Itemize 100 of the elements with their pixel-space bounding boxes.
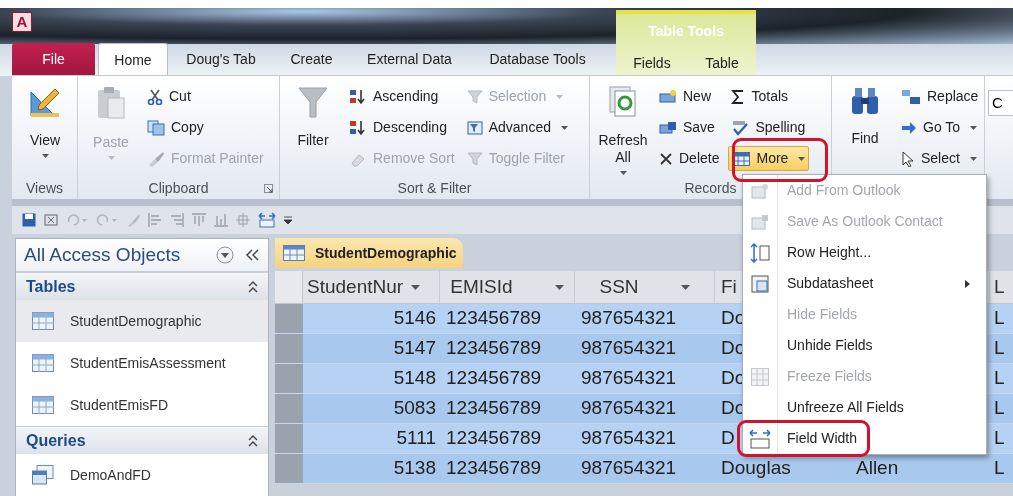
- copy-icon: [147, 119, 165, 136]
- ribbon-button[interactable]: Ascending: [346, 84, 458, 109]
- menu-item[interactable]: Field Width: [743, 423, 986, 454]
- size-icon[interactable]: [236, 213, 250, 227]
- dropdown-icon[interactable]: [216, 246, 234, 264]
- table-cell-text: 5148: [393, 366, 436, 391]
- input-field[interactable]: C: [988, 90, 1013, 116]
- table-cell-text: D: [721, 426, 735, 451]
- redo-icon[interactable]: [96, 213, 118, 227]
- customize-icon[interactable]: [284, 216, 292, 224]
- ribbon-button[interactable]: Go To: [898, 115, 982, 140]
- ribbon-button[interactable]: Find: [838, 82, 892, 177]
- collapse-icon[interactable]: [246, 249, 260, 261]
- row-selector[interactable]: [275, 394, 303, 423]
- ribbon-tab[interactable]: Database Tools: [470, 43, 605, 76]
- save-record-icon: [659, 119, 677, 136]
- dialog-launcher-icon[interactable]: [264, 184, 273, 193]
- ribbon-button[interactable]: Cut: [144, 84, 267, 109]
- brush-icon[interactable]: [126, 213, 140, 227]
- row-selector[interactable]: [275, 304, 303, 333]
- caret-icon: [798, 156, 806, 161]
- table-cell-text: L: [994, 336, 1005, 361]
- align-right-icon[interactable]: [170, 213, 184, 227]
- document-tab[interactable]: StudentDemographic: [275, 238, 463, 268]
- ribbon-button[interactable]: Totals: [728, 84, 810, 109]
- ribbon-tab[interactable]: Home: [98, 43, 168, 76]
- menu-item[interactable]: Row Height...: [743, 237, 986, 268]
- ribbon-button[interactable]: Delete: [656, 146, 723, 171]
- row-selector[interactable]: [275, 424, 303, 453]
- ribbon-tab[interactable]: Fields: [627, 52, 677, 74]
- ribbon-button[interactable]: Descending: [346, 115, 458, 140]
- filter-icon: [466, 150, 483, 167]
- undo-icon[interactable]: [66, 213, 88, 227]
- field-width-icon[interactable]: [258, 212, 276, 228]
- ribbon-button[interactable]: More: [728, 146, 810, 171]
- submenu-arrow-icon: [965, 279, 970, 288]
- ribbon-tab[interactable]: Create: [274, 43, 349, 76]
- ribbon-tab[interactable]: Doug's Tab: [171, 43, 271, 76]
- caret-icon: [107, 156, 115, 160]
- nav-item[interactable]: StudentDemographic: [16, 300, 268, 342]
- table-cell-text: 987654321: [581, 366, 677, 391]
- caret-icon: [969, 156, 977, 161]
- table-cell-text: L: [994, 426, 1005, 451]
- replace-icon: [901, 88, 921, 105]
- table-cell-text: 987654321: [581, 336, 677, 361]
- contact-card-icon: [751, 213, 769, 230]
- table-cell-text: 5111: [396, 426, 436, 451]
- group-label: Sort & Filter: [397, 178, 472, 198]
- column-header[interactable]: SSN: [599, 272, 690, 302]
- ribbon-button[interactable]: Select: [898, 146, 982, 171]
- row-selector[interactable]: [275, 364, 303, 393]
- menu-item[interactable]: Unhide Fields: [743, 330, 986, 361]
- ribbon-button[interactable]: Refresh All: [596, 82, 650, 177]
- table-cell-text: 987654321: [581, 306, 677, 331]
- sort-ascending-icon: [349, 88, 367, 105]
- clipboard-icon: [96, 86, 126, 120]
- menu-item[interactable]: Unfreeze All Fields: [743, 392, 986, 423]
- ribbon-button[interactable]: Copy: [144, 115, 267, 140]
- ribbon-tab[interactable]: Table: [699, 52, 745, 74]
- align-left-icon[interactable]: [148, 213, 162, 227]
- delete-icon: [659, 151, 673, 166]
- file-tab[interactable]: File: [12, 43, 95, 76]
- arrow-icon: [901, 120, 917, 135]
- ribbon-button[interactable]: Save: [656, 115, 723, 140]
- select-all-corner[interactable]: [275, 271, 303, 303]
- table-cell-text: 123456789: [446, 336, 542, 361]
- ribbon-button[interactable]: View: [18, 82, 72, 177]
- ribbon-tab[interactable]: External Data: [352, 43, 467, 76]
- column-header[interactable]: StudentNur: [307, 272, 421, 302]
- align-top-icon[interactable]: [192, 213, 206, 227]
- column-header[interactable]: Fi: [721, 272, 737, 302]
- menu-item[interactable]: Subdatasheet: [743, 268, 986, 299]
- table-cell-text: 123456789: [446, 306, 542, 331]
- row-selector[interactable]: [275, 334, 303, 363]
- caret-icon: [41, 154, 49, 158]
- section-header[interactable]: Tables: [16, 272, 268, 300]
- new-record-icon: [659, 88, 677, 105]
- row-selector[interactable]: [275, 454, 303, 483]
- table-cell-text: 987654321: [581, 456, 677, 481]
- close-icon[interactable]: [44, 213, 58, 227]
- section-header[interactable]: Queries: [16, 426, 268, 454]
- caret-icon: [680, 284, 690, 290]
- filter-icon: [466, 88, 483, 105]
- table-cell-text: 987654321: [581, 426, 677, 451]
- column-header[interactable]: EMISId: [450, 272, 564, 302]
- ribbon-button[interactable]: New: [656, 84, 723, 109]
- ribbon-button[interactable]: Filter: [286, 82, 340, 177]
- ribbon-button[interactable]: Replace: [898, 84, 982, 109]
- ribbon-button[interactable]: Spelling: [728, 115, 810, 140]
- save-icon[interactable]: [22, 213, 36, 227]
- table-cell-text: 123456789: [446, 456, 542, 481]
- table-cell-text: 5138: [393, 456, 436, 481]
- column-header[interactable]: L: [994, 272, 1005, 302]
- table-icon: [283, 245, 305, 261]
- contextual-tab-title: Table Tools: [647, 21, 725, 41]
- table-cell-text: 123456789: [446, 426, 542, 451]
- ribbon-button[interactable]: Advanced: [463, 115, 571, 140]
- row-height-icon: [750, 242, 770, 263]
- collapse-up-icon: [248, 280, 258, 293]
- align-bottom-icon[interactable]: [214, 213, 228, 227]
